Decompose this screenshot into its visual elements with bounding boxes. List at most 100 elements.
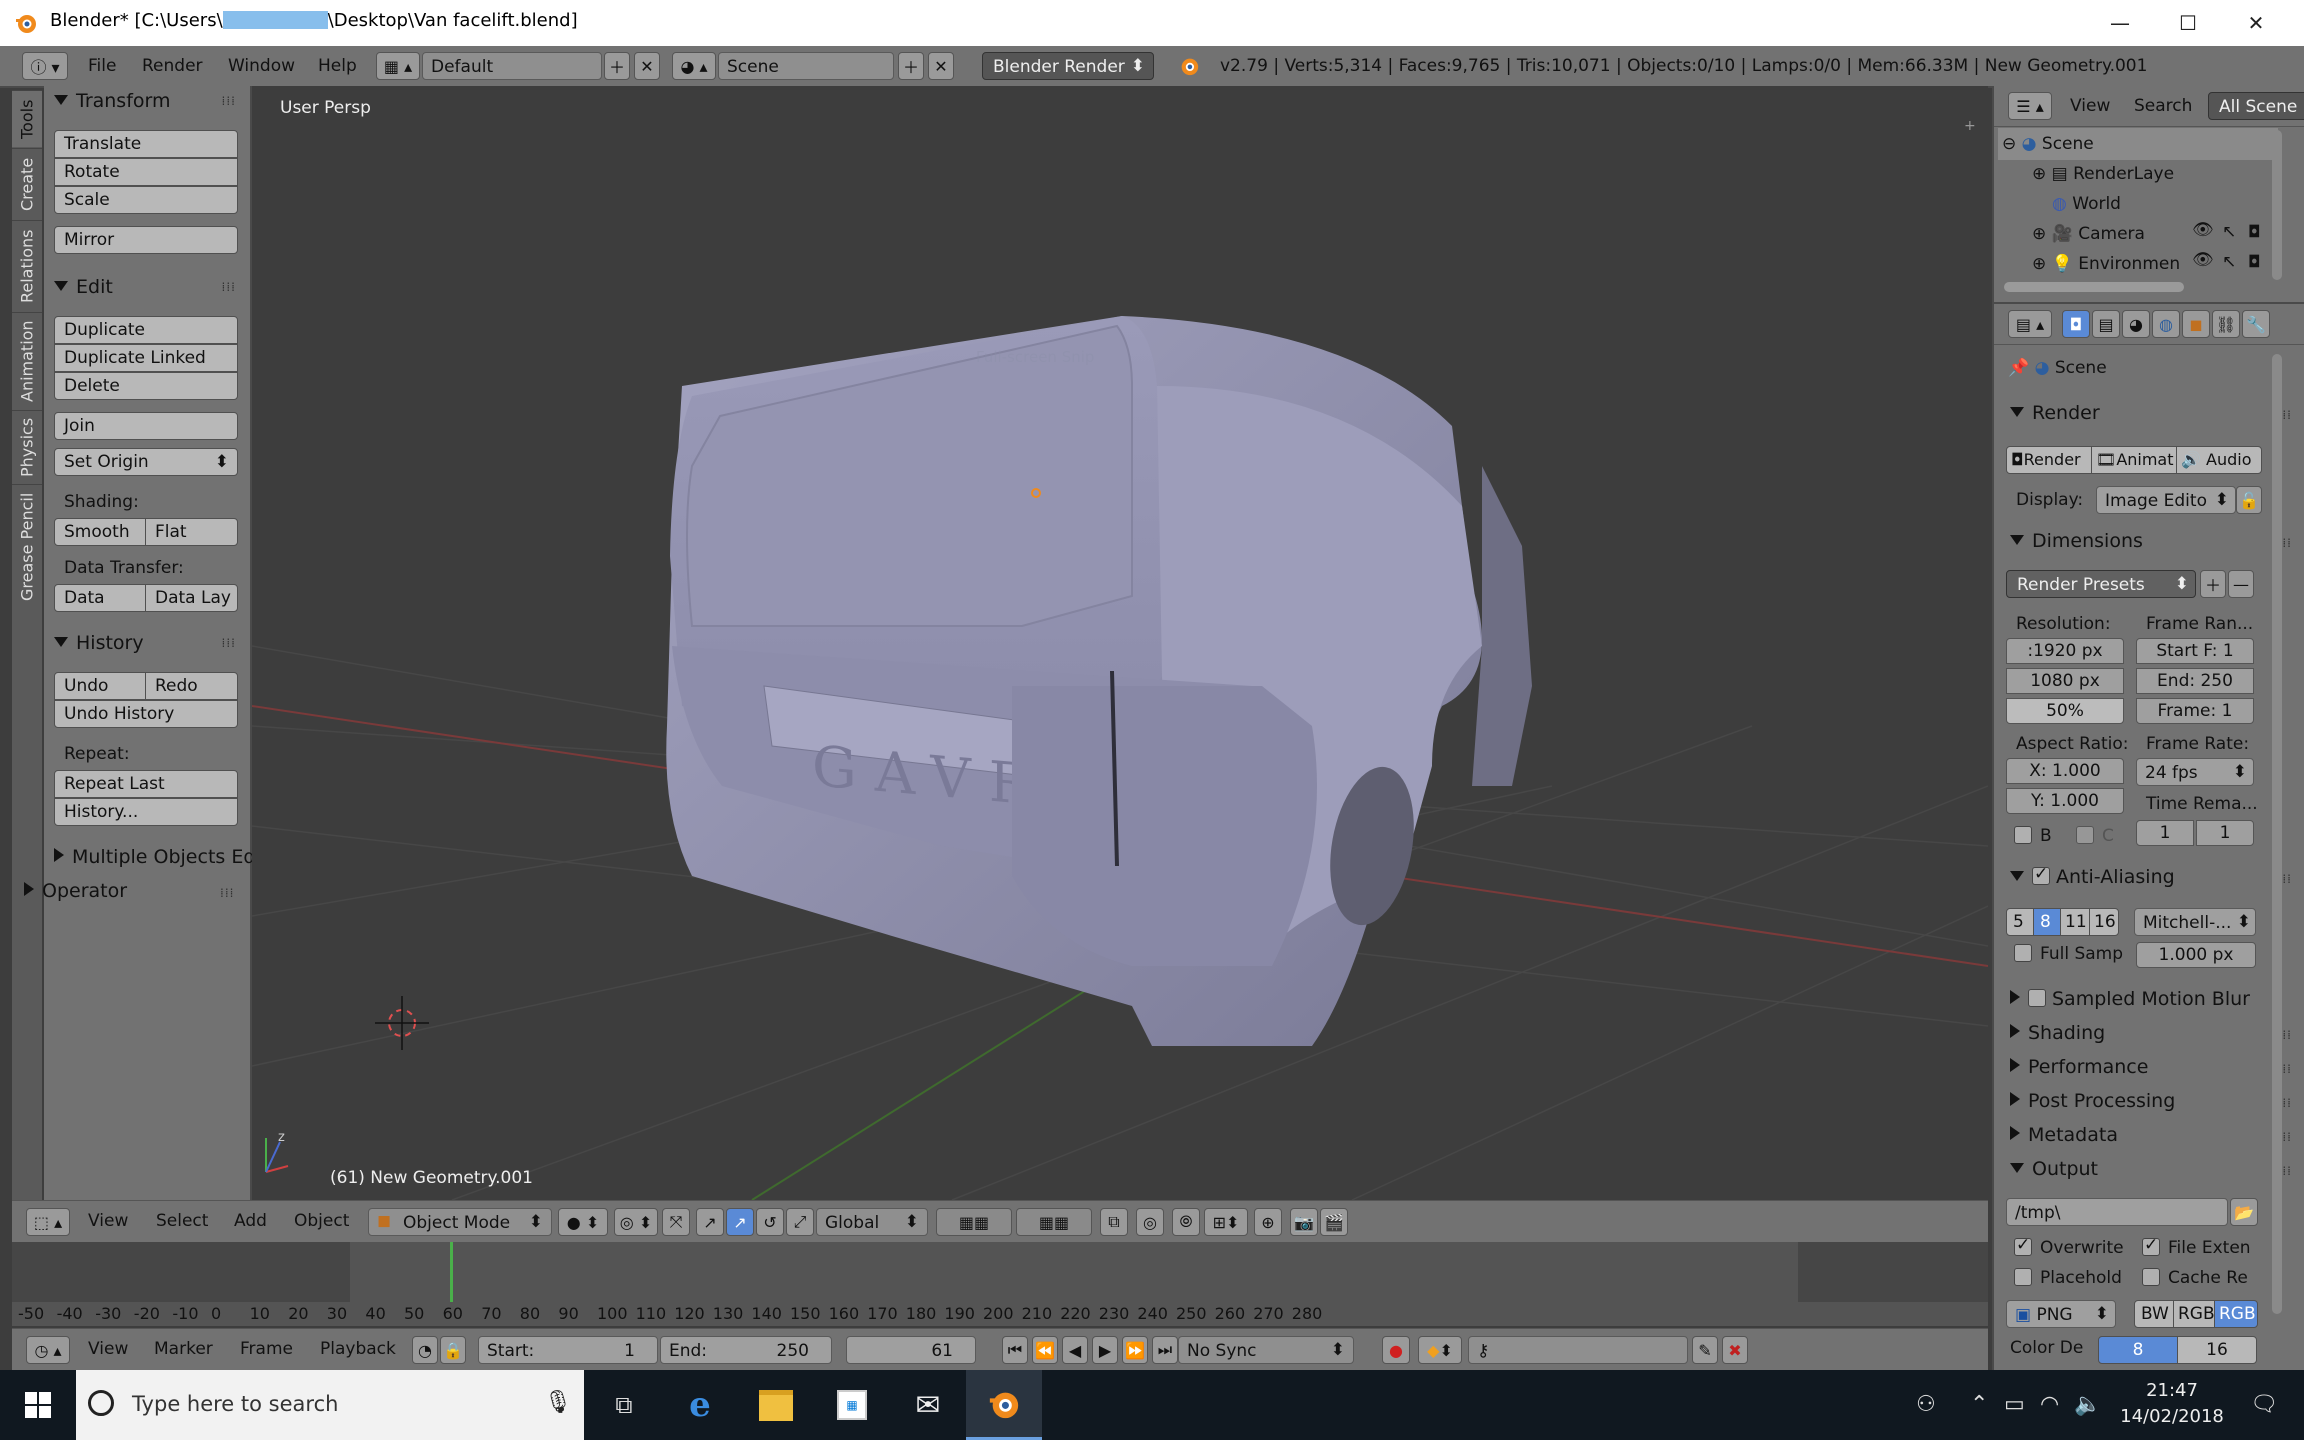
menu-file[interactable]: File <box>88 56 116 76</box>
menu-view[interactable]: View <box>88 1339 128 1359</box>
frame-start-field[interactable]: Start F: 1 <box>2136 638 2254 664</box>
file-extensions-checkbox[interactable] <box>2142 1235 2160 1256</box>
cache-result-checkbox[interactable] <box>2142 1268 2160 1286</box>
color-depth-8-button[interactable]: 8 <box>2098 1336 2178 1364</box>
maximize-button[interactable]: ☐ <box>2154 0 2222 46</box>
3d-viewport[interactable]: GAVRIL z User Persp (61) New Geometry.00… <box>252 86 1988 1200</box>
tab-grease-pencil[interactable]: Grease Pencil <box>12 484 42 609</box>
menu-object[interactable]: Object <box>294 1211 349 1231</box>
play-icon[interactable]: ▶ <box>1092 1336 1118 1364</box>
scene-context-icon[interactable]: ◕ <box>2122 310 2150 338</box>
multiple-objects-panel-header[interactable]: Multiple Objects Edi <box>54 846 261 868</box>
start-frame-field[interactable]: Start: 1 <box>478 1336 658 1364</box>
time-remap-new-field[interactable]: 1 <box>2196 820 2254 846</box>
close-button[interactable]: ✕ <box>2222 0 2290 46</box>
wifi-icon[interactable]: ◠ <box>2040 1392 2059 1417</box>
anti-aliasing-section-header[interactable]: Anti-Aliasing <box>2010 864 2175 888</box>
insert-keyframe-icon[interactable]: ✎ <box>1692 1336 1718 1364</box>
sampled-motion-blur-section-header[interactable]: Sampled Motion Blur <box>2010 988 2250 1010</box>
menu-frame[interactable]: Frame <box>240 1339 293 1359</box>
render-context-camera-icon[interactable]: ◘ <box>2062 310 2090 338</box>
manipulator-toggle-icon[interactable]: ⤧ <box>662 1208 690 1236</box>
outliner-menu-view[interactable]: View <box>2070 96 2110 116</box>
render-section-header[interactable]: Render <box>2010 402 2100 424</box>
task-view-icon[interactable]: ⧉ <box>586 1370 662 1440</box>
object-context-icon[interactable]: ◼ <box>2182 310 2210 338</box>
translate-button[interactable]: Translate <box>54 130 238 158</box>
outliner-row-environment[interactable]: ⊕ 💡 Environmen <box>2032 254 2180 274</box>
color-mode-bw-button[interactable]: BW <box>2134 1300 2174 1328</box>
start-button[interactable] <box>0 1370 76 1440</box>
sync-mode-dropdown[interactable]: No Sync ⬍ <box>1178 1336 1354 1364</box>
timeline-playhead[interactable] <box>450 1242 454 1302</box>
placeholders-checkbox[interactable] <box>2014 1268 2032 1286</box>
lock-range-icon[interactable]: 🔒 <box>440 1336 466 1364</box>
collapse-icon[interactable]: ⊖ <box>2002 134 2016 154</box>
screen-layout-icon[interactable]: ▦ ▴ <box>376 52 420 80</box>
frame-end-field[interactable]: End: 250 <box>2136 668 2254 694</box>
volume-icon[interactable]: 🔈 <box>2074 1392 2101 1417</box>
store-icon[interactable]: ▦ <box>814 1370 890 1440</box>
outliner-row-camera[interactable]: ⊕ 🎥 Camera <box>2032 224 2145 244</box>
tab-physics[interactable]: Physics <box>12 410 42 483</box>
panel-grip-icon[interactable]: ⁞⁞⁞ <box>222 280 236 294</box>
render-presets-dropdown[interactable]: Render Presets ⬍ <box>2006 570 2196 598</box>
delete-layout-icon[interactable]: ✕ <box>634 52 660 80</box>
panel-grip-icon[interactable]: ⁞⁞⁞ <box>220 886 234 900</box>
outliner-row-scene[interactable]: ⊖ ◕ Scene <box>2002 134 2094 154</box>
shading-section-header[interactable]: Shading <box>2010 1022 2105 1044</box>
constraints-context-icon[interactable]: ⛓ <box>2212 310 2240 338</box>
play-reverse-icon[interactable]: ◀ <box>1062 1336 1088 1364</box>
renderability-camera-icon[interactable]: ◘ <box>2248 222 2261 241</box>
renderability-camera-icon[interactable]: ◘ <box>2248 252 2261 271</box>
viewport-shading-icon[interactable]: ● ⬍ <box>558 1208 608 1236</box>
microphone-icon[interactable]: 🎙 <box>544 1390 572 1415</box>
jump-start-icon[interactable]: ⏮ <box>1002 1336 1028 1364</box>
browse-folder-icon[interactable]: 📂 <box>2230 1198 2258 1226</box>
outliner-vertical-scrollbar[interactable] <box>2272 130 2282 280</box>
render-button[interactable]: ◘Render <box>2006 446 2092 474</box>
selectability-cursor-icon[interactable]: ↖ <box>2222 222 2236 242</box>
render-layers-context-icon[interactable]: ▤ <box>2092 310 2120 338</box>
world-context-icon[interactable]: ◍ <box>2152 310 2180 338</box>
aa-samples-5-button[interactable]: 5 <box>2006 908 2034 936</box>
menu-view[interactable]: View <box>88 1211 128 1231</box>
rotate-button[interactable]: Rotate <box>54 158 238 186</box>
repeat-last-button[interactable]: Repeat Last <box>54 770 238 798</box>
jump-end-icon[interactable]: ⏭ <box>1152 1336 1178 1364</box>
time-remap-old-field[interactable]: 1 <box>2136 820 2194 846</box>
border-checkbox[interactable] <box>2014 826 2032 844</box>
blender-taskbar-icon[interactable] <box>966 1370 1042 1440</box>
layers-grid-a-icon[interactable]: ▦▦ <box>936 1208 1012 1236</box>
visibility-eye-icon[interactable]: 👁 <box>2192 250 2214 270</box>
motion-blur-checkbox[interactable] <box>2028 989 2046 1007</box>
performance-section-header[interactable]: Performance <box>2010 1056 2148 1078</box>
aa-filter-size-field[interactable]: 1.000 px <box>2136 942 2256 968</box>
menu-render[interactable]: Render <box>142 56 203 76</box>
color-mode-rgba-button[interactable]: RGB <box>2214 1300 2258 1328</box>
operator-panel-header[interactable]: Operator <box>24 880 127 902</box>
aspect-y-field[interactable]: Y: 1.000 <box>2006 788 2124 814</box>
set-origin-dropdown[interactable]: Set Origin ⬍ <box>54 448 238 476</box>
outliner-row-world[interactable]: ◍ World <box>2052 194 2121 214</box>
menu-marker[interactable]: Marker <box>154 1339 213 1359</box>
lock-interface-icon[interactable]: 🔓 <box>2236 486 2262 514</box>
menu-help[interactable]: Help <box>318 56 357 76</box>
render-engine-dropdown[interactable]: Blender Render ⬍ <box>982 52 1154 80</box>
frame-rate-dropdown[interactable]: 24 fps ⬍ <box>2136 758 2254 786</box>
end-frame-field[interactable]: End: 250 <box>660 1336 832 1364</box>
delete-button[interactable]: Delete <box>54 372 238 400</box>
transform-panel-header[interactable]: Transform <box>54 90 171 112</box>
edit-panel-header[interactable]: Edit <box>54 276 113 298</box>
full-sample-checkbox[interactable] <box>2014 944 2032 962</box>
modifiers-context-icon[interactable]: 🔧 <box>2242 310 2270 338</box>
resolution-percentage-slider[interactable]: 50% <box>2006 698 2124 724</box>
menu-add[interactable]: Add <box>234 1211 267 1231</box>
duplicate-button[interactable]: Duplicate <box>54 316 238 344</box>
editor-type-properties-icon[interactable]: ▤ ▴ <box>2008 310 2052 338</box>
outliner-horizontal-scrollbar[interactable] <box>2004 282 2184 292</box>
outliner-row-renderlayers[interactable]: ⊕ ▤ RenderLaye <box>2032 164 2174 184</box>
add-preset-icon[interactable]: ＋ <box>2200 570 2226 598</box>
mail-icon[interactable]: ✉ <box>890 1370 966 1440</box>
delete-scene-icon[interactable]: ✕ <box>928 52 954 80</box>
